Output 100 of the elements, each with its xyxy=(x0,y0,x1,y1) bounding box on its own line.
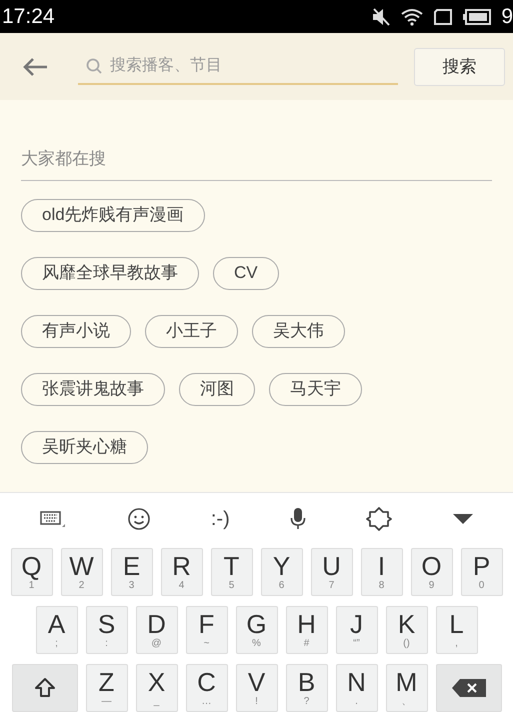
search-tag[interactable]: old先炸贱有声漫画 xyxy=(21,198,205,232)
battery-level: 9 xyxy=(501,4,513,30)
emoticon-button[interactable]: :-) xyxy=(210,504,230,534)
shift-key[interactable] xyxy=(12,664,78,712)
key-symbol: () xyxy=(403,639,410,649)
section-title: 大家都在搜 xyxy=(21,146,492,180)
keyboard-key[interactable]: E 3 xyxy=(110,548,152,596)
keyboard-key[interactable]: P 0 xyxy=(460,548,502,596)
search-tag[interactable]: 河图 xyxy=(179,372,255,406)
search-tag[interactable]: 吴昕夹心糖 xyxy=(21,430,148,464)
search-tag[interactable]: 有声小说 xyxy=(21,314,131,348)
key-letter: X xyxy=(148,669,166,695)
keyboard-key[interactable]: F ~ xyxy=(186,606,228,654)
key-symbol: 6 xyxy=(278,581,284,591)
key-letter: L xyxy=(449,611,464,637)
status-time: 17:24 xyxy=(2,4,55,30)
smiley-icon[interactable] xyxy=(126,506,151,530)
keyboard-key[interactable]: B ? xyxy=(286,664,328,712)
search-tag[interactable]: 小王子 xyxy=(145,314,238,348)
key-letter: S xyxy=(98,611,116,637)
key-letter: I xyxy=(378,553,386,579)
key-symbol: 1 xyxy=(28,581,34,591)
key-symbol: ~ xyxy=(204,639,210,649)
keyboard-key[interactable]: H # xyxy=(286,606,328,654)
key-symbol: 0 xyxy=(478,581,484,591)
key-symbol: _ xyxy=(154,697,160,707)
search-input[interactable]: 搜索播客、节目 xyxy=(110,54,370,78)
key-symbol: 7 xyxy=(328,581,334,591)
square-icon xyxy=(433,8,454,26)
keyboard-key[interactable]: S : xyxy=(86,606,128,654)
search-tag[interactable]: 吴大伟 xyxy=(252,314,345,348)
keyboard-key[interactable]: A ; xyxy=(36,606,78,654)
search-tag[interactable]: 马天宇 xyxy=(269,372,362,406)
keyboard-key[interactable]: U 7 xyxy=(310,548,352,596)
keyboard-key[interactable]: Q 1 xyxy=(10,548,52,596)
key-symbol: @ xyxy=(151,639,162,649)
key-letter: U xyxy=(322,553,341,579)
key-symbol: 8 xyxy=(378,581,384,591)
search-icon xyxy=(86,58,102,74)
key-letter: K xyxy=(398,611,416,637)
key-symbol: , xyxy=(455,639,458,649)
key-letter: B xyxy=(298,669,316,695)
keyboard-icon[interactable] xyxy=(40,510,66,528)
keyboard-key[interactable]: D @ xyxy=(136,606,178,654)
key-letter: G xyxy=(246,611,267,637)
search-tag[interactable]: 风靡全球早教故事 xyxy=(21,256,199,290)
keyboard-key[interactable]: T 5 xyxy=(210,548,252,596)
key-letter: R xyxy=(172,553,191,579)
search-field[interactable]: 搜索播客、节目 xyxy=(78,48,398,84)
search-tag[interactable]: CV xyxy=(213,256,279,290)
keyboard-key[interactable]: I 8 xyxy=(360,548,402,596)
key-symbol: “” xyxy=(353,639,360,649)
backspace-key[interactable] xyxy=(436,664,502,712)
key-symbol: … xyxy=(202,697,212,707)
back-arrow-icon[interactable] xyxy=(22,56,48,76)
key-symbol: 3 xyxy=(128,581,134,591)
key-symbol: 2 xyxy=(78,581,84,591)
keyboard-key[interactable]: C … xyxy=(186,664,228,712)
key-letter: P xyxy=(472,553,490,579)
search-button[interactable]: 搜索 xyxy=(414,48,505,86)
key-letter: J xyxy=(350,611,363,637)
key-letter: V xyxy=(248,669,266,695)
key-letter: H xyxy=(297,611,316,637)
key-symbol: 9 xyxy=(428,581,434,591)
backspace-icon xyxy=(452,679,486,697)
keyboard-key[interactable]: V ! xyxy=(236,664,278,712)
microphone-icon[interactable] xyxy=(290,506,306,530)
keyboard-key[interactable]: R 4 xyxy=(160,548,202,596)
keyboard-key[interactable]: M 、 xyxy=(386,664,428,712)
key-symbol: % xyxy=(252,639,261,649)
key-symbol: ! xyxy=(255,697,258,707)
battery-icon xyxy=(463,8,492,24)
keyboard-key[interactable]: Y 6 xyxy=(260,548,302,596)
key-letter: Y xyxy=(272,553,290,579)
keyboard-key[interactable]: Z — xyxy=(86,664,128,712)
keyboard-key[interactable]: G % xyxy=(236,606,278,654)
key-symbol: # xyxy=(304,639,310,649)
wifi-icon xyxy=(401,8,424,26)
keyboard-key[interactable]: O 9 xyxy=(410,548,452,596)
muted-speaker-icon xyxy=(371,8,392,26)
keyboard-key[interactable]: X _ xyxy=(136,664,178,712)
keyboard-key[interactable]: J “” xyxy=(336,606,378,654)
key-letter: W xyxy=(69,553,94,579)
search-tag[interactable]: 张震讲鬼故事 xyxy=(21,372,165,406)
key-letter: Q xyxy=(21,553,42,579)
key-letter: C xyxy=(197,669,216,695)
keyboard-key[interactable]: N . xyxy=(336,664,378,712)
key-symbol: — xyxy=(102,697,112,707)
key-symbol: ; xyxy=(55,639,58,649)
key-letter: N xyxy=(347,669,366,695)
dropdown-triangle-icon[interactable] xyxy=(452,514,473,524)
key-symbol: ? xyxy=(304,697,310,707)
keyboard-key[interactable]: K () xyxy=(386,606,428,654)
settings-icon[interactable] xyxy=(366,506,392,532)
keyboard-key[interactable]: W 2 xyxy=(60,548,102,596)
key-symbol: : xyxy=(105,639,108,649)
key-symbol: 5 xyxy=(228,581,234,591)
keyboard-key[interactable]: L , xyxy=(436,606,478,654)
key-letter: Z xyxy=(98,669,114,695)
key-letter: A xyxy=(48,611,66,637)
